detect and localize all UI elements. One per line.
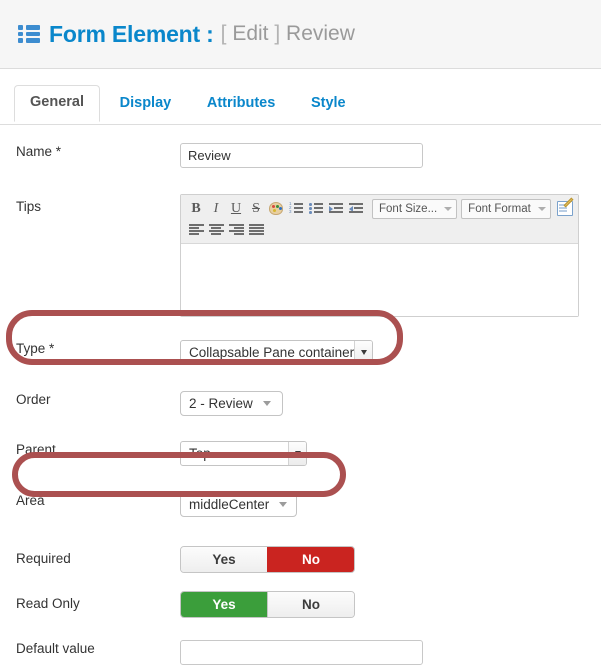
- read-only-toggle[interactable]: Yes No: [180, 591, 355, 618]
- type-label: Type *: [16, 341, 55, 356]
- form-row-name: Name *: [0, 143, 601, 173]
- italic-icon[interactable]: I: [206, 199, 226, 218]
- name-input[interactable]: [180, 143, 423, 168]
- page-header: Form Element : [ Edit ] Review: [0, 0, 601, 69]
- type-select-value: Collapsable Pane container: [189, 345, 355, 360]
- list-grid-icon: [18, 25, 40, 43]
- tab-style[interactable]: Style: [295, 86, 362, 122]
- form-row-parent: Parent Top: [0, 441, 601, 471]
- tips-rich-text-editor[interactable]: B I U S 1 2 3 Font Size... Font Format: [180, 194, 579, 317]
- bold-icon[interactable]: B: [186, 199, 206, 218]
- general-form: Name * Tips B I U S: [0, 143, 601, 670]
- chevron-down-icon: [279, 502, 288, 507]
- chevron-down-icon[interactable]: [288, 442, 306, 465]
- area-select[interactable]: middleCenter: [180, 492, 297, 517]
- area-select-value: middleCenter: [189, 497, 270, 512]
- form-row-order: Order 2 - Review: [0, 391, 601, 421]
- tips-editor-body[interactable]: [181, 244, 578, 316]
- read-only-no-button[interactable]: No: [267, 592, 354, 617]
- decrease-indent-icon[interactable]: [346, 199, 366, 218]
- required-yes-button[interactable]: Yes: [181, 547, 267, 572]
- tab-attributes[interactable]: Attributes: [191, 86, 291, 122]
- bulleted-list-icon[interactable]: [306, 199, 326, 218]
- justify-icon[interactable]: [246, 220, 266, 239]
- form-row-type: Type * Collapsable Pane container: [0, 340, 601, 370]
- tab-display[interactable]: Display: [104, 86, 188, 122]
- align-left-icon[interactable]: [186, 220, 206, 239]
- edit-bracket-open: [: [220, 22, 227, 45]
- parent-select-value: Top: [189, 446, 211, 461]
- required-label: Required: [16, 551, 71, 566]
- edit-bracket-close: ]: [274, 22, 281, 45]
- chevron-down-icon: [537, 206, 546, 211]
- text-color-palette-icon[interactable]: [266, 199, 286, 218]
- form-row-read-only: Read Only Yes No: [0, 591, 601, 621]
- parent-select[interactable]: Top: [180, 441, 307, 466]
- font-size-select[interactable]: Font Size...: [372, 198, 458, 219]
- chevron-down-icon[interactable]: [354, 341, 372, 364]
- name-label: Name *: [16, 144, 62, 159]
- default-value-label: Default value: [16, 641, 95, 656]
- type-select[interactable]: Collapsable Pane container: [180, 340, 373, 365]
- form-row-default-value: Default value: [0, 640, 601, 670]
- form-row-required: Required Yes No: [0, 546, 601, 576]
- numbered-list-icon[interactable]: 1 2 3: [286, 199, 306, 218]
- align-right-icon[interactable]: [226, 220, 246, 239]
- edit-source-icon[interactable]: [555, 199, 575, 218]
- editor-toolbar: B I U S 1 2 3 Font Size... Font Format: [181, 195, 578, 244]
- chevron-down-icon: [262, 401, 271, 406]
- read-only-yes-button[interactable]: Yes: [181, 592, 267, 617]
- required-toggle[interactable]: Yes No: [180, 546, 355, 573]
- record-name: Review: [286, 22, 355, 45]
- page-subtitle: [ Edit ] Review: [221, 22, 355, 46]
- font-format-select[interactable]: Font Format: [461, 198, 551, 219]
- tab-general[interactable]: General: [14, 85, 100, 122]
- order-label: Order: [16, 392, 51, 407]
- order-select[interactable]: 2 - Review: [180, 391, 283, 416]
- increase-indent-icon[interactable]: [326, 199, 346, 218]
- default-value-input[interactable]: [180, 640, 423, 665]
- parent-label: Parent: [16, 442, 56, 457]
- tips-label: Tips: [16, 199, 42, 214]
- align-center-icon[interactable]: [206, 220, 226, 239]
- tab-bar: General Display Attributes Style: [0, 85, 601, 125]
- font-format-label: Font Format: [468, 202, 531, 215]
- order-select-value: 2 - Review: [189, 396, 253, 411]
- font-size-label: Font Size...: [379, 202, 438, 215]
- page-title: Form Element :: [49, 20, 214, 47]
- form-row-area: Area middleCenter: [0, 492, 601, 522]
- required-no-button[interactable]: No: [267, 547, 354, 572]
- chevron-down-icon: [444, 206, 453, 211]
- form-row-tips: Tips B I U S 1 2 3 Font Size... Font For…: [0, 194, 601, 317]
- strikethrough-icon[interactable]: S: [246, 199, 266, 218]
- edit-label: Edit: [232, 22, 269, 45]
- read-only-label: Read Only: [16, 596, 80, 611]
- area-label: Area: [16, 493, 45, 508]
- underline-icon[interactable]: U: [226, 199, 246, 218]
